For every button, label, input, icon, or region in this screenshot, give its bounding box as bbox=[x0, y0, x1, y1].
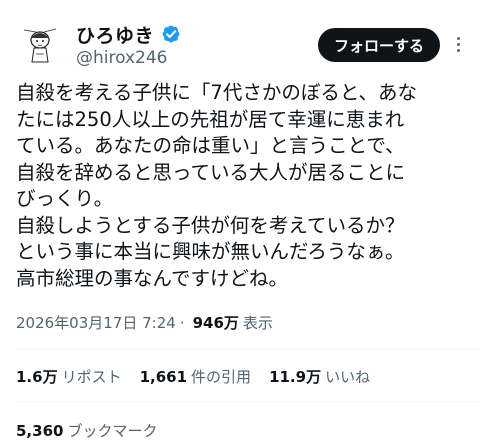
stat-count: 11.9万 bbox=[269, 368, 322, 386]
timestamp[interactable]: 2026年03月17日 7:24 bbox=[16, 312, 176, 333]
tweet-text-line: 自殺を辞めると思っている大人が居ることに bbox=[16, 160, 406, 184]
divider bbox=[16, 401, 480, 402]
tweet-text: 自殺を考える子供に「7代さかのぼると、あな たには250人以上の先祖が居て幸運に… bbox=[16, 80, 466, 292]
display-name-row: ひろゆき bbox=[76, 21, 182, 48]
stat-count: 1.6万 bbox=[16, 368, 58, 386]
tweet-header: ひろゆき @hirox246 フォローする bbox=[16, 16, 464, 72]
tweet-text-line: 自殺しようとする子供が何を考えているか？ bbox=[16, 213, 405, 237]
stat-quotes[interactable]: 1,661 件の引用 bbox=[140, 366, 251, 387]
tweet-meta: 2026年03月17日 7:24 · 946万 表示 bbox=[16, 312, 273, 333]
stat-bookmarks[interactable]: 5,360 ブックマーク bbox=[16, 420, 157, 441]
stat-label: ブックマーク bbox=[67, 422, 158, 440]
user-handle[interactable]: @hirox246 bbox=[76, 48, 182, 68]
tweet-text-line: たには250人以上の先祖が居て幸運に恵まれ bbox=[16, 107, 405, 131]
stat-reposts[interactable]: 1.6万 リポスト bbox=[16, 366, 122, 387]
tweet-text-line: という事に本当に興味が無いんだろうなぁ。 bbox=[16, 240, 405, 263]
user-block[interactable]: ひろゆき @hirox246 bbox=[76, 22, 182, 68]
stat-label: 件の引用 bbox=[191, 368, 252, 386]
tweet-text-line: 自殺を考える子供に「7代さかのぼると、あな bbox=[16, 81, 418, 104]
display-name[interactable]: ひろゆき bbox=[76, 21, 154, 48]
stat-label: リポスト bbox=[61, 368, 122, 386]
engagement-stats: 1.6万 リポスト 1,661 件の引用 11.9万 いいね bbox=[16, 366, 388, 387]
follow-button[interactable]: フォローする bbox=[317, 28, 440, 62]
tweet-text-line: ている。あなたの命は重い」と言うことで、 bbox=[16, 134, 405, 157]
views-count: 946万 bbox=[192, 314, 239, 332]
verified-badge-icon bbox=[160, 23, 182, 45]
meta-separator: · bbox=[179, 313, 185, 332]
tweet-text-line: びっくり。 bbox=[16, 187, 114, 210]
more-vertical-icon[interactable] bbox=[452, 30, 464, 58]
stat-label: いいね bbox=[325, 368, 371, 386]
tweet-text-line: 高市総理の事なんですけどね。 bbox=[16, 266, 289, 290]
stat-count: 5,360 bbox=[16, 421, 64, 440]
avatar[interactable] bbox=[16, 20, 64, 68]
avatar-drawing bbox=[16, 20, 64, 68]
views-label: 表示 bbox=[242, 314, 273, 332]
stat-likes[interactable]: 11.9万 いいね bbox=[269, 366, 370, 387]
stat-count: 1,661 bbox=[139, 367, 188, 386]
divider bbox=[16, 349, 480, 350]
tweet-detail: ひろゆき @hirox246 フォローする 自殺を考える子供に「7代さかのぼると… bbox=[0, 0, 480, 446]
